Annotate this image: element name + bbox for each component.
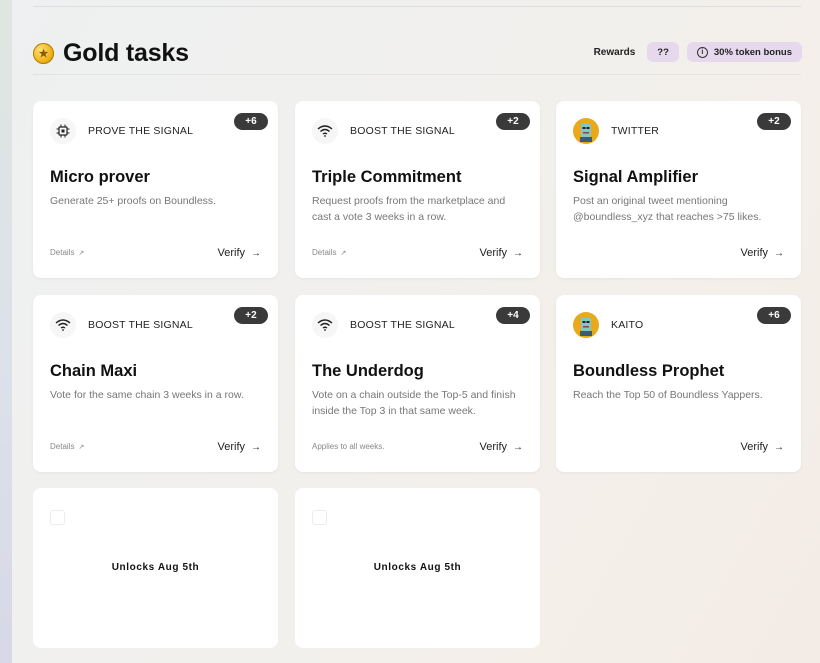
- details-label: Details: [312, 248, 337, 257]
- task-category-label: BOOST THE SIGNAL: [88, 319, 193, 331]
- task-description: Vote on a chain outside the Top-5 and fi…: [312, 389, 516, 417]
- task-category: BOOST THE SIGNAL: [312, 118, 455, 144]
- unlock-message: Unlocks Aug 5th: [111, 562, 200, 573]
- arrow-right-icon: →: [251, 247, 261, 259]
- avatar-icon: [573, 312, 599, 338]
- task-category-label: BOOST THE SIGNAL: [350, 319, 455, 331]
- verify-label: Verify: [740, 247, 768, 259]
- verify-button[interactable]: Verify →: [217, 441, 261, 453]
- ghost-category: [312, 510, 349, 525]
- section-divider: [33, 74, 801, 75]
- external-link-icon: ↗: [78, 249, 85, 257]
- verify-button[interactable]: Verify →: [479, 247, 523, 259]
- avatar-icon: [573, 118, 599, 144]
- verify-button[interactable]: Verify →: [479, 441, 523, 453]
- task-card-boundless-prophet[interactable]: KAITO +6 Boundless Prophet Reach the Top…: [556, 295, 801, 472]
- points-badge: +6: [234, 113, 268, 130]
- arrow-right-icon: →: [774, 441, 784, 453]
- gold-coin-icon: ★: [33, 42, 54, 64]
- external-link-icon: ↗: [340, 249, 347, 257]
- left-edge-strip: [0, 0, 12, 663]
- task-category: BOOST THE SIGNAL: [50, 312, 193, 338]
- task-category-label: PROVE THE SIGNAL: [88, 125, 194, 137]
- arrow-right-icon: →: [774, 247, 784, 259]
- rewards-label: Rewards: [593, 46, 636, 58]
- section-title: Gold tasks: [63, 38, 189, 67]
- task-description: Request proofs from the marketplace and …: [312, 195, 506, 223]
- details-link[interactable]: Details ↗: [312, 248, 346, 257]
- points-badge: +4: [496, 307, 530, 324]
- verify-label: Verify: [740, 441, 768, 453]
- locked-task-card: Unlocks Aug 5th: [295, 488, 540, 648]
- task-card-chain-maxi[interactable]: BOOST THE SIGNAL +2 Chain Maxi Vote for …: [33, 295, 278, 472]
- task-description: Reach the Top 50 of Boundless Yappers.: [573, 389, 763, 401]
- task-name: Micro prover: [50, 168, 150, 186]
- task-category-label: KAITO: [611, 319, 644, 331]
- verify-button[interactable]: Verify →: [740, 247, 784, 259]
- ghost-category: [50, 510, 87, 525]
- task-category-label: BOOST THE SIGNAL: [350, 125, 455, 137]
- rewards-bar: Rewards ?? i 30% token bonus: [594, 42, 802, 62]
- points-badge: +2: [496, 113, 530, 130]
- token-bonus-pill[interactable]: i 30% token bonus: [686, 42, 802, 62]
- verify-label: Verify: [479, 441, 507, 453]
- task-category: BOOST THE SIGNAL: [312, 312, 455, 338]
- task-card-micro-prover[interactable]: PROVE THE SIGNAL +6 Micro prover Generat…: [33, 101, 278, 278]
- task-category: KAITO: [573, 312, 643, 338]
- external-link-icon: ↗: [78, 443, 85, 451]
- task-card-triple-commitment[interactable]: BOOST THE SIGNAL +2 Triple Commitment Re…: [295, 101, 540, 278]
- details-link[interactable]: Details ↗: [50, 248, 84, 257]
- wifi-icon: [312, 312, 338, 338]
- points-badge: +2: [234, 307, 268, 324]
- details-label: Details: [50, 442, 75, 451]
- unlock-message: Unlocks Aug 5th: [373, 562, 462, 573]
- points-badge: +2: [757, 113, 791, 130]
- info-icon: i: [696, 46, 708, 58]
- wifi-icon: [50, 312, 76, 338]
- top-divider: [33, 6, 801, 7]
- rewards-mystery-pill[interactable]: ??: [647, 42, 679, 62]
- verify-label: Verify: [217, 441, 245, 453]
- section-header: ★ Gold tasks: [33, 38, 189, 68]
- details-label: Details: [50, 248, 75, 257]
- task-description: Vote for the same chain 3 weeks in a row…: [50, 389, 244, 401]
- details-link[interactable]: Details ↗: [50, 442, 84, 451]
- arrow-right-icon: →: [251, 441, 261, 453]
- task-name: Boundless Prophet: [573, 362, 725, 380]
- chip-icon: [50, 118, 76, 144]
- verify-label: Verify: [479, 247, 507, 259]
- locked-task-card: Unlocks Aug 5th: [33, 488, 278, 648]
- applies-note: Applies to all weeks.: [312, 442, 385, 451]
- shield-icon: [50, 510, 65, 525]
- wifi-icon: [312, 118, 338, 144]
- verify-label: Verify: [217, 247, 245, 259]
- task-name: Triple Commitment: [312, 168, 462, 186]
- task-category: PROVE THE SIGNAL: [50, 118, 193, 144]
- token-bonus-label: 30% token bonus: [713, 46, 792, 58]
- shield-icon: [312, 510, 327, 525]
- task-category: TWITTER: [573, 118, 659, 144]
- task-category-label: TWITTER: [611, 125, 660, 137]
- points-badge: +6: [757, 307, 791, 324]
- arrow-right-icon: →: [513, 441, 523, 453]
- verify-button[interactable]: Verify →: [217, 247, 261, 259]
- task-card-signal-amplifier[interactable]: TWITTER +2 Signal Amplifier Post an orig…: [556, 101, 801, 278]
- task-description: Generate 25+ proofs on Boundless.: [50, 195, 217, 207]
- task-name: The Underdog: [312, 362, 424, 380]
- task-card-the-underdog[interactable]: BOOST THE SIGNAL +4 The Underdog Vote on…: [295, 295, 540, 472]
- verify-button[interactable]: Verify →: [740, 441, 784, 453]
- task-name: Chain Maxi: [50, 362, 138, 380]
- task-description: Post an original tweet mentioning @bound…: [573, 195, 762, 223]
- arrow-right-icon: →: [513, 247, 523, 259]
- task-name: Signal Amplifier: [573, 168, 698, 186]
